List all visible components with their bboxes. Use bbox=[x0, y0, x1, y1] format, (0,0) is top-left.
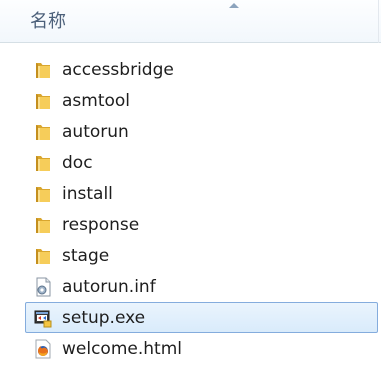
column-divider[interactable] bbox=[378, 0, 379, 43]
file-row[interactable]: welcome.html bbox=[25, 333, 378, 364]
folder-icon bbox=[33, 60, 53, 80]
file-row[interactable]: autorun.inf bbox=[25, 271, 378, 302]
folder-icon bbox=[33, 184, 53, 204]
file-row[interactable]: accessbridge bbox=[25, 54, 378, 85]
installer-exe-icon bbox=[33, 308, 53, 328]
firefox-html-icon bbox=[33, 339, 53, 359]
settings-file-icon bbox=[33, 277, 53, 297]
file-name-label: setup.exe bbox=[62, 308, 146, 328]
file-row-selected[interactable]: setup.exe bbox=[25, 302, 378, 333]
sort-ascending-icon bbox=[229, 3, 239, 8]
file-name-label: doc bbox=[62, 153, 93, 173]
file-name-label: autorun bbox=[62, 122, 129, 142]
file-explorer-pane: 名称 accessbridge asmtool autorun doc inst… bbox=[0, 0, 381, 377]
file-list: accessbridge asmtool autorun doc install bbox=[0, 54, 381, 364]
file-name-label: response bbox=[62, 215, 140, 235]
file-name-label: install bbox=[62, 184, 113, 204]
file-name-label: autorun.inf bbox=[62, 277, 156, 297]
folder-icon bbox=[33, 122, 53, 142]
file-row[interactable]: doc bbox=[25, 147, 378, 178]
file-name-label: accessbridge bbox=[62, 60, 174, 80]
folder-icon bbox=[33, 91, 53, 111]
name-column-header[interactable]: 名称 bbox=[30, 10, 66, 34]
file-row[interactable]: autorun bbox=[25, 116, 378, 147]
file-name-label: asmtool bbox=[62, 91, 131, 111]
column-header-row: 名称 bbox=[0, 0, 381, 43]
file-row[interactable]: stage bbox=[25, 240, 378, 271]
file-row[interactable]: asmtool bbox=[25, 85, 378, 116]
folder-icon bbox=[33, 153, 53, 173]
file-name-label: stage bbox=[62, 246, 110, 266]
file-row[interactable]: response bbox=[25, 209, 378, 240]
folder-icon bbox=[33, 215, 53, 235]
file-name-label: welcome.html bbox=[62, 339, 182, 359]
folder-icon bbox=[33, 246, 53, 266]
file-row[interactable]: install bbox=[25, 178, 378, 209]
